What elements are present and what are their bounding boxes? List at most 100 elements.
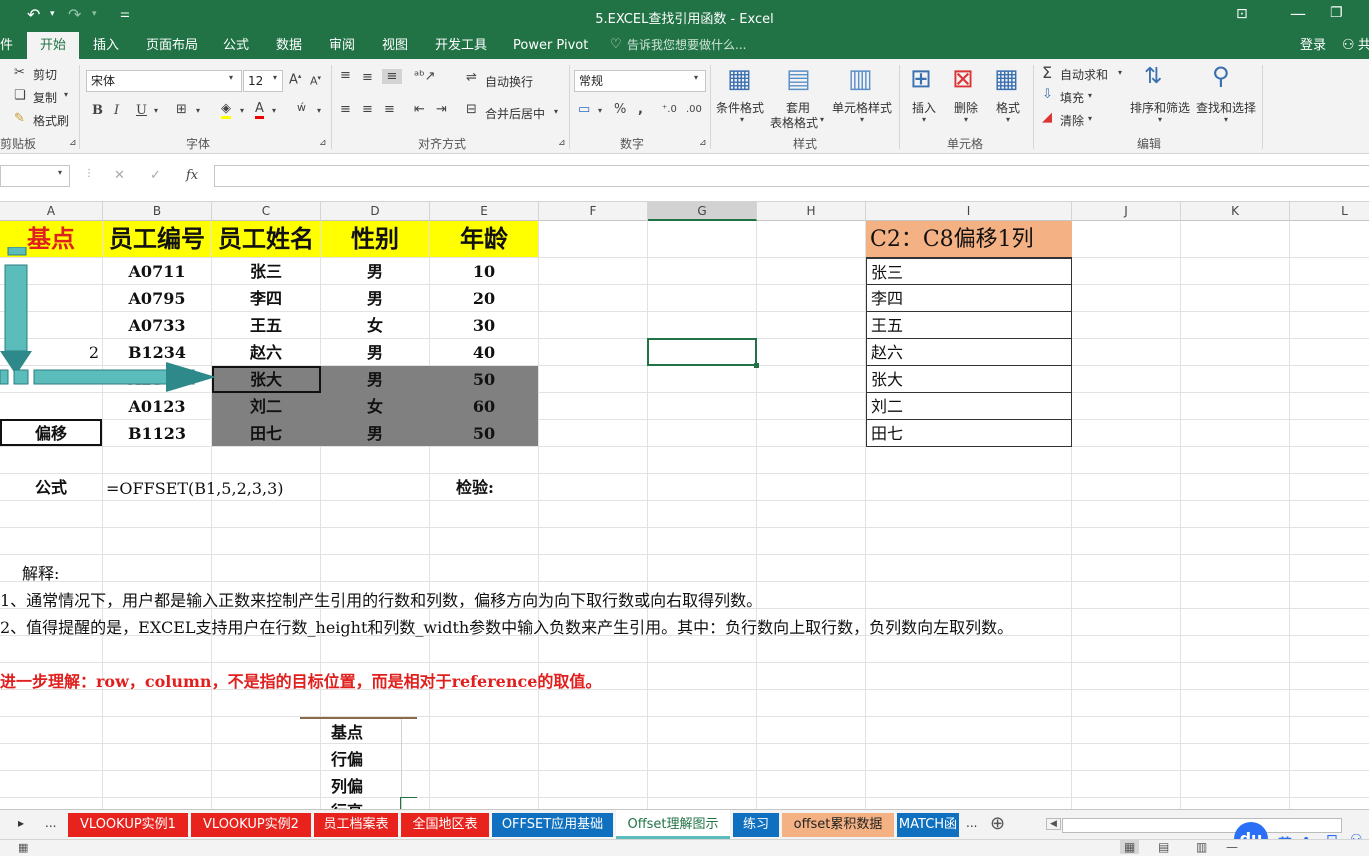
fill-dropdown-icon[interactable]: ▾ [1088, 91, 1092, 100]
align-top-icon[interactable]: ≡ [340, 68, 351, 83]
offset-list-header[interactable]: C2：C8偏移1列 [866, 221, 1072, 258]
cond-dropdown-icon[interactable]: ▾ [740, 115, 744, 124]
formula-label[interactable]: 公式 [0, 474, 102, 501]
align-left-icon[interactable]: ≡ [340, 102, 351, 117]
insert-dropdown-icon[interactable]: ▾ [922, 115, 926, 124]
format-table-icon[interactable]: ▤ [786, 64, 811, 94]
font-name-select[interactable]: 宋体 [86, 70, 242, 92]
sheet-tab-regions[interactable]: 全国地区表 [401, 813, 489, 837]
align-right-icon[interactable]: ≡ [384, 102, 395, 117]
offset-list-item[interactable]: 李四 [866, 285, 1072, 312]
ribbon-display-icon[interactable]: ⊡ [1236, 6, 1248, 22]
underline-dropdown-icon[interactable]: ▾ [154, 106, 158, 115]
decrease-decimal-icon[interactable]: .00 [686, 104, 702, 115]
tab-developer[interactable]: 开发工具 [435, 32, 487, 59]
tab-file[interactable]: 件 [0, 32, 14, 59]
offset-list-item[interactable]: 刘二 [866, 393, 1072, 420]
explain-line-1[interactable]: 1、通常情况下，用户都是输入正数来控制产生引用的行数和列数，偏移方向为向下取行数… [0, 587, 762, 611]
login-link[interactable]: 登录 [1300, 32, 1326, 59]
restore-icon[interactable]: ❐ [1330, 5, 1343, 21]
font-size-dropdown-icon[interactable]: ▾ [273, 73, 277, 82]
cell-styles-dropdown-icon[interactable]: ▾ [860, 115, 864, 124]
share-icon[interactable]: ⚇ [1342, 37, 1355, 53]
increase-font-icon[interactable]: A▴ [289, 72, 301, 87]
enter-formula-icon[interactable]: ✓ [150, 168, 161, 183]
tab-home[interactable]: 开始 [27, 32, 79, 59]
cell-e8[interactable]: 50 [430, 420, 538, 447]
format-painter-button[interactable]: 格式刷 [33, 112, 69, 129]
insert-cells-icon[interactable]: ⊞ [910, 64, 932, 94]
cell-d6[interactable]: 男 [321, 366, 429, 393]
merge-center-icon[interactable]: ⊟ [466, 102, 477, 117]
scroll-left-icon[interactable]: ◀ [1046, 818, 1061, 830]
formula-text[interactable]: =OFFSET(B1,5,2,3,3) [106, 479, 284, 498]
conditional-format-icon[interactable]: ▦ [727, 64, 752, 94]
delete-dropdown-icon[interactable]: ▾ [964, 115, 968, 124]
currency-dropdown-icon[interactable]: ▾ [598, 106, 602, 115]
sheet-tab-match[interactable]: MATCH函 [897, 813, 959, 837]
worksheet-grid[interactable]: 基点 员工编号 员工姓名 性别 年龄 A0711 张三 男 10 A0795 李… [0, 221, 1369, 809]
comma-style-icon[interactable]: , [638, 102, 643, 117]
clear-icon[interactable]: ◢ [1042, 110, 1052, 125]
mini-table-row-offset[interactable]: 行偏 [300, 746, 394, 773]
check-label[interactable]: 检验: [430, 474, 538, 501]
number-launcher-icon[interactable]: ⊿ [699, 138, 707, 148]
sheet-more-left[interactable]: ... [45, 816, 56, 830]
macro-record-icon[interactable]: ▦ [18, 841, 28, 854]
col-header-d[interactable]: D [321, 202, 430, 221]
cell-styles-icon[interactable]: ▥ [848, 64, 873, 94]
page-break-view-icon[interactable]: ▥ [1196, 840, 1207, 854]
clear-dropdown-icon[interactable]: ▾ [1088, 114, 1092, 123]
formula-input[interactable] [214, 165, 1369, 187]
autosum-button[interactable]: 自动求和 [1060, 66, 1108, 83]
clipboard-launcher-icon[interactable]: ⊿ [69, 138, 77, 148]
wrap-text-icon[interactable]: ⇌ [466, 70, 477, 85]
mini-table-height[interactable]: 行高 [300, 798, 394, 809]
delete-cells-button[interactable]: 删除 [954, 99, 978, 116]
tab-review[interactable]: 审阅 [329, 32, 355, 59]
tell-me-search[interactable]: 告诉我您想要做什么... [627, 32, 746, 59]
name-box-dropdown-icon[interactable]: ▾ [58, 168, 62, 177]
offset-list-item[interactable]: 张大 [866, 366, 1072, 393]
increase-indent-icon[interactable]: ⇥ [436, 102, 447, 117]
page-layout-view-icon[interactable]: ▤ [1158, 840, 1169, 854]
offset-list-item[interactable]: 张三 [866, 258, 1072, 285]
decrease-indent-icon[interactable]: ⇤ [414, 102, 425, 117]
cell-e2[interactable]: 10 [430, 258, 538, 285]
number-format-select[interactable]: 常规 [574, 70, 706, 92]
tab-data[interactable]: 数据 [276, 32, 302, 59]
zoom-out-icon[interactable]: — [1226, 840, 1238, 854]
cell-d5[interactable]: 男 [321, 339, 429, 366]
tab-power-pivot[interactable]: Power Pivot [513, 32, 588, 59]
fill-down-icon[interactable]: ⇩ [1042, 87, 1053, 102]
col-header-b[interactable]: B [103, 202, 212, 221]
normal-view-icon[interactable]: ▦ [1120, 840, 1140, 854]
alignment-launcher-icon[interactable]: ⊿ [558, 138, 566, 148]
sheet-tab-practice[interactable]: 练习 [733, 813, 779, 837]
col-header-e[interactable]: E [430, 202, 539, 221]
find-select-icon[interactable]: ⚲ [1212, 62, 1230, 90]
align-bottom-icon[interactable]: ≡ [382, 69, 402, 84]
col-header-g[interactable]: G [648, 202, 757, 221]
insert-cells-button[interactable]: 插入 [912, 99, 936, 116]
cut-button[interactable]: 剪切 [33, 66, 57, 83]
font-name-dropdown-icon[interactable]: ▾ [229, 73, 233, 82]
sheet-scroll-next[interactable]: ▸ [18, 816, 24, 830]
add-sheet-icon[interactable]: ⊕ [990, 813, 1005, 834]
increase-decimal-icon[interactable]: ⁺.0 [662, 104, 677, 115]
cell-styles-button[interactable]: 单元格样式 [832, 99, 892, 116]
orientation-icon[interactable]: ᵃᵇ↗ [414, 69, 436, 84]
cell-e3[interactable]: 20 [430, 285, 538, 312]
cell-e7[interactable]: 60 [430, 393, 538, 420]
insert-function-button[interactable]: fx [186, 168, 198, 183]
tab-view[interactable]: 视图 [382, 32, 408, 59]
offset-list-item[interactable]: 田七 [866, 420, 1072, 447]
explain-title[interactable]: 解释: [22, 560, 59, 584]
cell-d8[interactable]: 男 [321, 420, 429, 447]
sheet-tab-vlookup2[interactable]: VLOOKUP实例2 [191, 813, 311, 837]
cell-b8[interactable]: B1123 [103, 420, 211, 447]
align-center-icon[interactable]: ≡ [362, 102, 373, 117]
font-color-icon[interactable]: A [255, 101, 264, 119]
cell-a7[interactable] [0, 393, 102, 420]
sort-filter-button[interactable]: 排序和筛选 [1130, 99, 1190, 116]
